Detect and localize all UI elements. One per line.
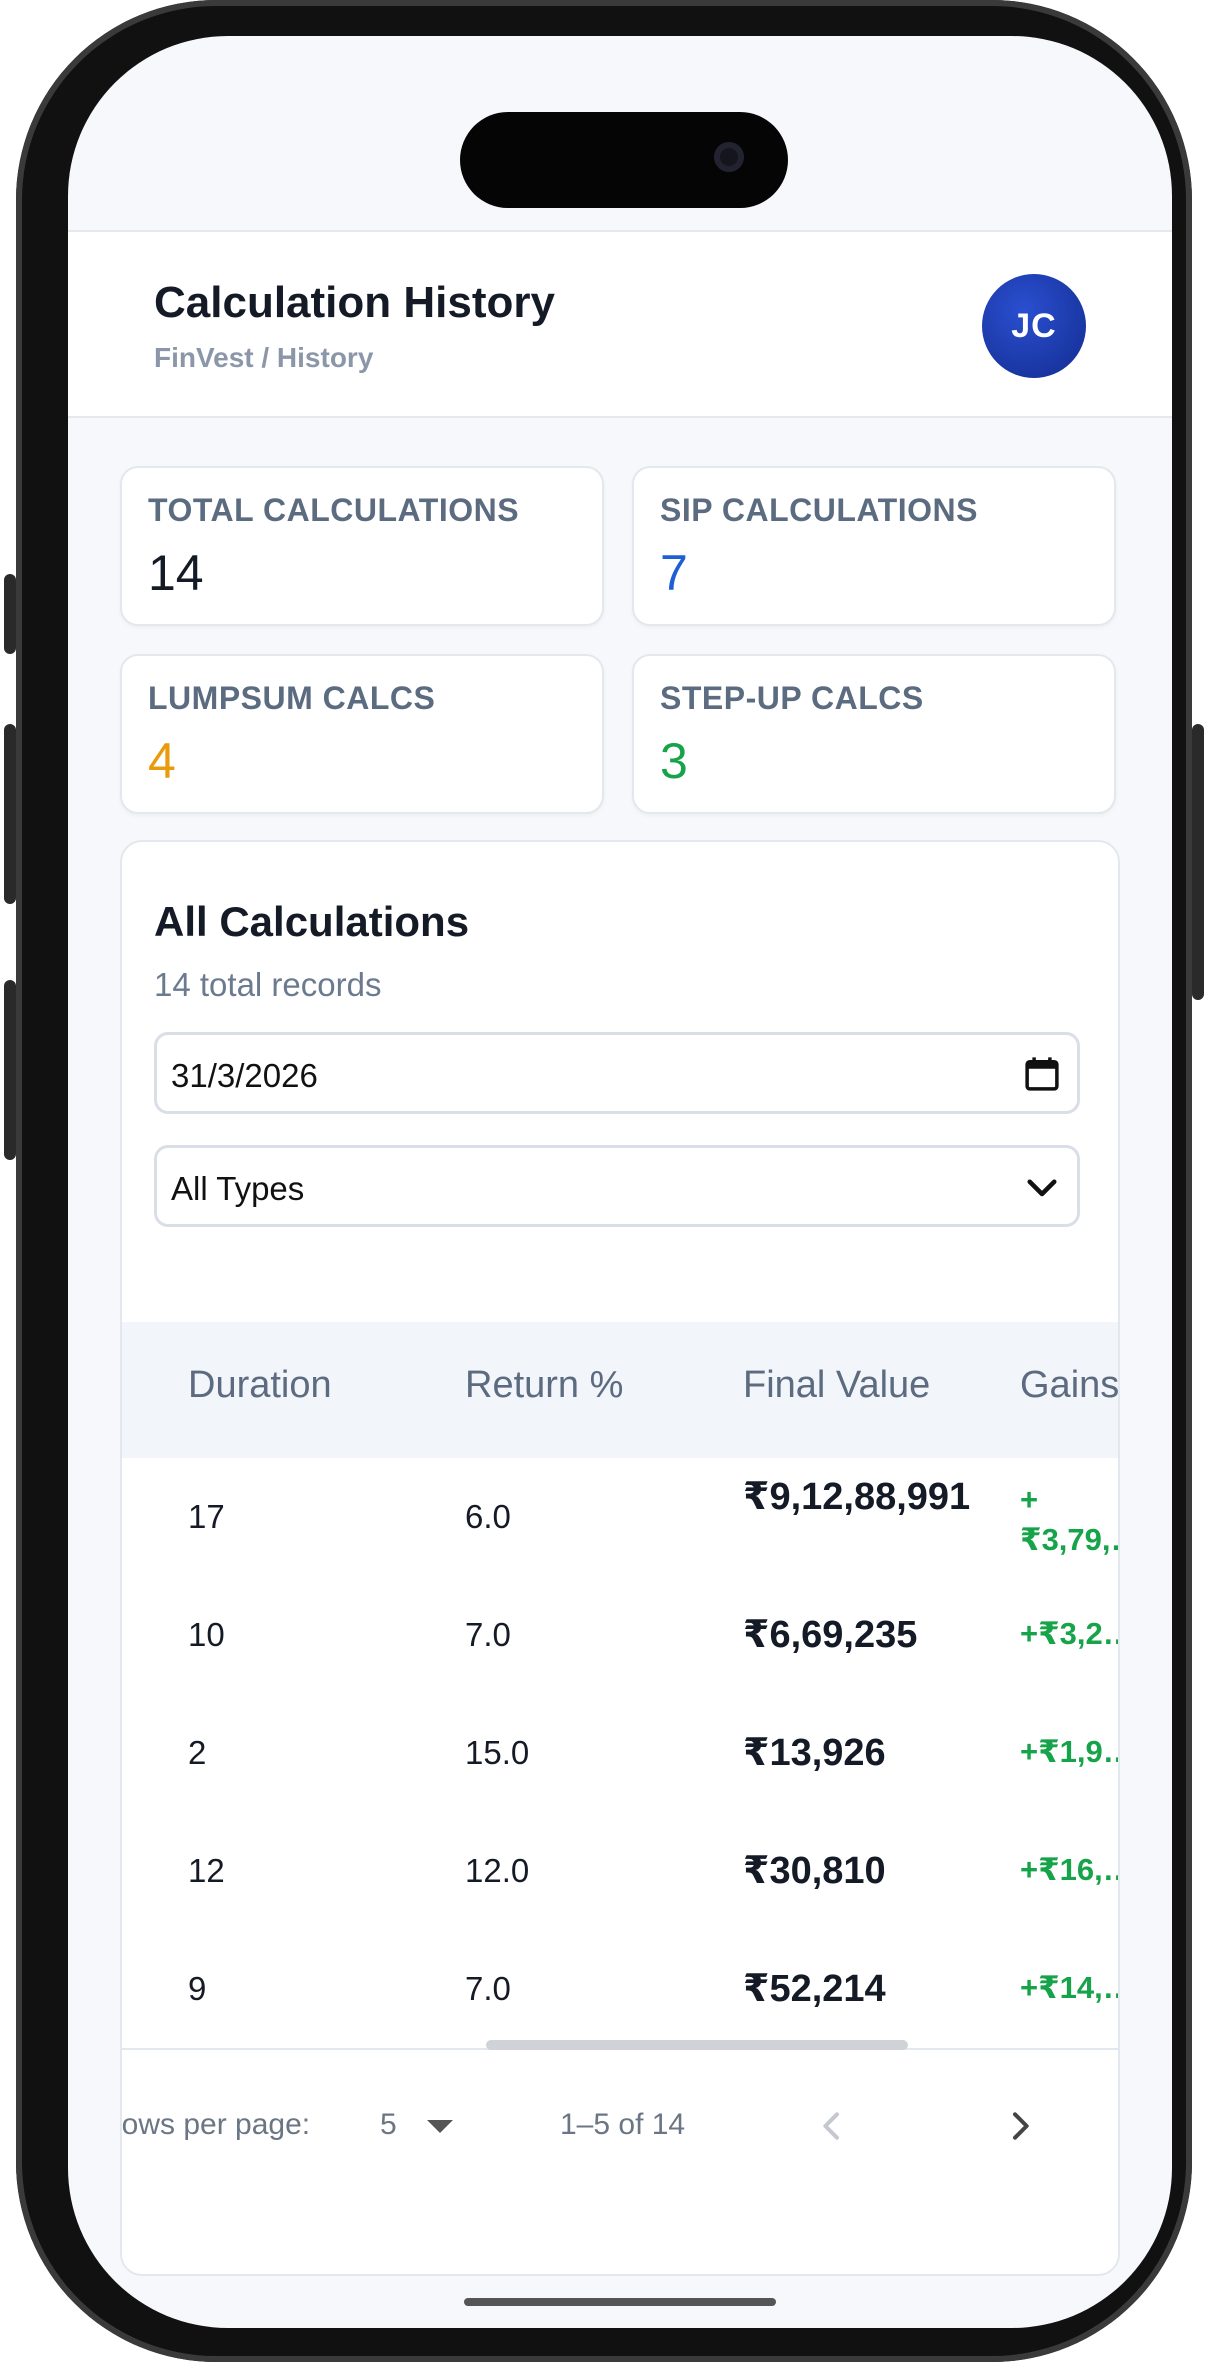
gains-clip: +₹3,2…: [1016, 1576, 1118, 1694]
cell-final-value: ₹9,12,88,991: [743, 1476, 971, 1518]
cell-gains: +₹3,2…: [1020, 1616, 1118, 1651]
cell-duration: 17: [188, 1498, 225, 1535]
page-header: Calculation History FinVest / History JC: [68, 230, 1172, 418]
cell-return: 7.0: [465, 1970, 511, 2007]
stat-value: 3: [660, 733, 688, 789]
calendar-icon[interactable]: [1021, 1053, 1063, 1095]
cell-return: 7.0: [465, 1616, 511, 1653]
phone-frame: Calculation History FinVest / History JC…: [4, 0, 1204, 2362]
cell-gains: +₹14,…: [1020, 1970, 1118, 2005]
caret-down-icon: [427, 2120, 454, 2134]
date-value: 31/3/2026: [171, 1057, 318, 1094]
rows-per-page-value: 5: [380, 2108, 397, 2141]
stat-label: TOTAL CALCULATIONS: [148, 492, 520, 528]
avatar[interactable]: JC: [982, 274, 1086, 378]
cell-gains: +₹1,9…: [1020, 1734, 1118, 1769]
table-row[interactable]: 12 12.0 ₹30,810 +₹16,…: [122, 1812, 1118, 1932]
cell-final-value: ₹13,926: [743, 1732, 886, 1774]
page-range: 1–5 of 14: [560, 2108, 686, 2141]
type-filter-value: All Types: [171, 1170, 305, 1207]
stat-card-stepup: STEP-UP CALCS 3: [632, 654, 1116, 814]
cell-gains: +₹3,79,…: [1020, 1482, 1118, 1557]
cell-gains: +₹16,…: [1020, 1852, 1118, 1887]
cell-duration: 10: [188, 1616, 225, 1653]
volume-down-button: [4, 980, 16, 1160]
stat-card-total: TOTAL CALCULATIONS 14: [120, 466, 604, 626]
chevron-down-icon: [1027, 1179, 1057, 1197]
breadcrumb: FinVest / History: [154, 342, 374, 373]
cell-final-value: ₹6,69,235: [743, 1614, 918, 1656]
stat-card-lumpsum: LUMPSUM CALCS 4: [120, 654, 604, 814]
horizontal-scrollbar[interactable]: [486, 2040, 908, 2050]
column-header-return[interactable]: Return %: [465, 1364, 623, 1407]
cell-duration: 2: [188, 1734, 207, 1771]
gains-clip: +₹1,9…: [1016, 1694, 1118, 1812]
home-indicator: [464, 2298, 776, 2306]
cell-final-value: ₹52,214: [743, 1968, 886, 2010]
stat-value: 7: [660, 545, 688, 601]
volume-up-button: [4, 724, 16, 904]
calculations-card: All Calculations 14 total records 31/3/2…: [120, 840, 1120, 2276]
cell-final-value: ₹30,810: [743, 1850, 886, 1892]
stat-label: SIP CALCULATIONS: [660, 492, 978, 528]
table-row[interactable]: 10 7.0 ₹6,69,235 +₹3,2…: [122, 1576, 1118, 1696]
page-title: Calculation History: [154, 278, 555, 327]
cell-return: 6.0: [465, 1498, 511, 1535]
gains-clip: +₹3,79,…: [1016, 1458, 1118, 1576]
cell-duration: 12: [188, 1852, 225, 1889]
mute-switch: [4, 574, 16, 654]
cell-duration: 9: [188, 1970, 207, 2007]
gains-header-clip: Gains: [1016, 1322, 1118, 1458]
stat-value: 4: [148, 733, 176, 789]
column-header-final-value[interactable]: Final Value: [743, 1364, 930, 1407]
next-page-icon[interactable]: [1000, 2106, 1040, 2146]
rows-per-page-label: Rows per page:: [120, 2108, 311, 2141]
power-button: [1192, 724, 1204, 1000]
cell-return: 15.0: [465, 1734, 530, 1771]
camera-icon: [714, 142, 744, 172]
column-header-gains[interactable]: Gains: [1020, 1364, 1118, 1407]
stat-label: LUMPSUM CALCS: [148, 680, 436, 716]
app-screen: Calculation History FinVest / History JC…: [68, 36, 1172, 2328]
stat-value: 14: [148, 545, 204, 601]
cell-return: 12.0: [465, 1852, 530, 1889]
rows-per-page-select[interactable]: 5: [380, 2108, 455, 2142]
table-row[interactable]: 2 15.0 ₹13,926 +₹1,9…: [122, 1694, 1118, 1814]
previous-page-icon[interactable]: [812, 2106, 852, 2146]
gains-clip: +₹16,…: [1016, 1812, 1118, 1930]
type-filter-select[interactable]: All Types: [154, 1145, 1080, 1227]
date-filter-input[interactable]: 31/3/2026: [154, 1032, 1080, 1114]
dynamic-island: [460, 112, 788, 208]
table-row[interactable]: 9 7.0 ₹52,214 +₹14,…: [122, 1930, 1118, 2050]
table-row[interactable]: 17 6.0 ₹9,12,88,991 +₹3,79,…: [122, 1458, 1118, 1578]
record-count: 14 total records: [154, 966, 382, 1003]
card-title: All Calculations: [154, 898, 470, 945]
stat-card-sip: SIP CALCULATIONS 7: [632, 466, 1116, 626]
column-header-duration[interactable]: Duration: [188, 1364, 332, 1407]
stat-label: STEP-UP CALCS: [660, 680, 924, 716]
table-header: Duration Return % Final Value Gains: [122, 1322, 1118, 1460]
gains-clip: +₹14,…: [1016, 1930, 1118, 2048]
